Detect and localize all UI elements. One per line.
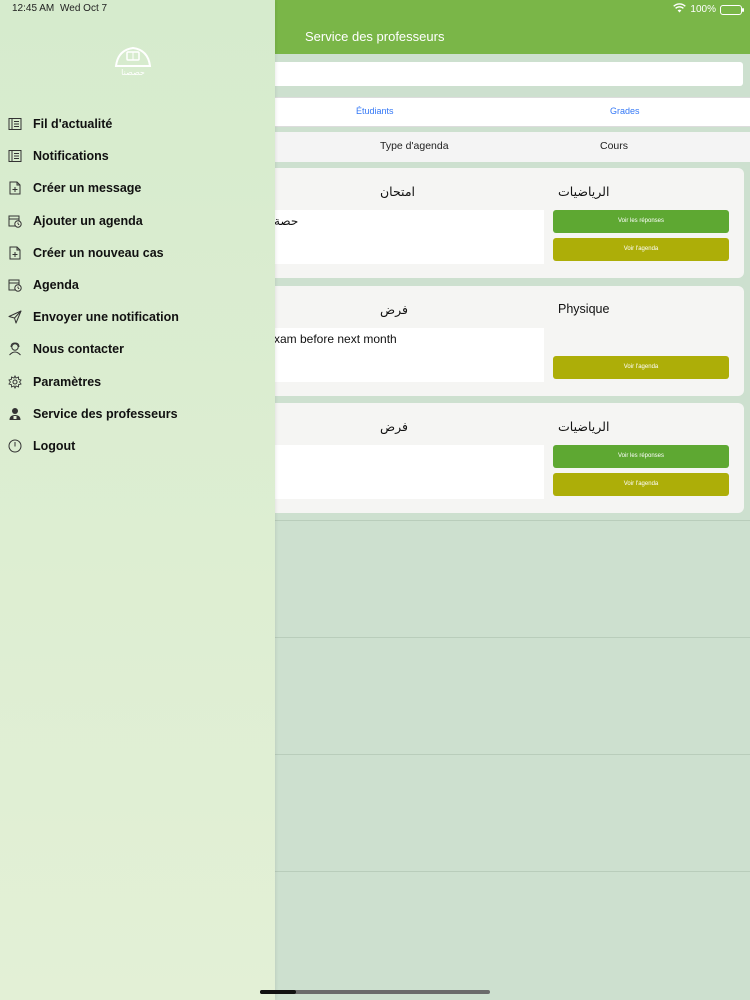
menu-item-notifications[interactable]: Notifications [0, 140, 275, 172]
logo-text: حصصنا [121, 68, 145, 77]
segment-bar: Étudiants Grades [262, 97, 750, 127]
agenda-card: امتحان الرياضيات حصة Voir les réponses V… [268, 168, 744, 278]
status-date: Wed Oct 7 [60, 3, 108, 14]
description-text: حصة [274, 214, 299, 228]
page-title: Service des professeurs [305, 29, 445, 44]
menu-item-add-agenda[interactable]: Ajouter un agenda [0, 205, 275, 237]
menu-label: Fil d'actualité [33, 117, 113, 132]
menu-item-new-case[interactable]: Créer un nouveau cas [0, 237, 275, 269]
search-input[interactable] [262, 62, 743, 86]
status-indicators: 100% [673, 3, 744, 16]
menu-item-settings[interactable]: Paramètres [0, 366, 275, 398]
menu-label: Agenda [33, 278, 79, 293]
view-agenda-button[interactable]: Voir l'agenda [553, 356, 729, 379]
menu-label: Ajouter un agenda [33, 213, 143, 228]
menu-label: Nous contacter [33, 342, 124, 357]
contact-icon [8, 342, 22, 356]
new-case-icon [8, 246, 22, 260]
teacher-icon [8, 407, 22, 421]
agenda-description [268, 445, 544, 499]
notifications-icon [8, 149, 22, 163]
drawer-menu: Fil d'actualité Notifications Créer un m… [0, 108, 275, 462]
view-agenda-button[interactable]: Voir l'agenda [553, 473, 729, 496]
row-divider [262, 754, 750, 755]
agenda-type: امتحان [380, 185, 415, 199]
agenda-description: xam before next month [268, 328, 544, 382]
menu-item-send-notification[interactable]: Envoyer une notification [0, 301, 275, 333]
menu-item-news-feed[interactable]: Fil d'actualité [0, 108, 275, 140]
tab-students[interactable]: Étudiants [356, 106, 394, 116]
menu-label: Service des professeurs [33, 406, 178, 421]
status-time: 12:45 AM [12, 3, 55, 14]
agenda-type: فرض [380, 420, 408, 434]
side-drawer: حصصنا Fil d'actualité Notifications Crée… [0, 0, 275, 1000]
description-text: xam before next month [274, 332, 397, 346]
row-divider [262, 520, 750, 521]
menu-label: Créer un message [33, 181, 142, 196]
menu-label: Créer un nouveau cas [33, 245, 164, 260]
menu-label: Paramètres [33, 374, 102, 389]
course-header[interactable]: Cours [600, 140, 628, 152]
agenda-card: فرض Physique xam before next month Voir … [268, 286, 744, 396]
agenda-description: حصة [268, 210, 544, 264]
menu-item-contact[interactable]: Nous contacter [0, 333, 275, 365]
agenda-type-header[interactable]: Type d'agenda [380, 140, 449, 152]
agenda-subject: الرياضيات [558, 420, 610, 434]
battery-icon [720, 4, 744, 15]
agenda-type: فرض [380, 303, 408, 317]
view-responses-button[interactable]: Voir les réponses [553, 445, 729, 468]
agenda-icon [8, 278, 22, 292]
wifi-icon [673, 3, 687, 16]
home-indicator-segment [260, 990, 296, 994]
menu-item-create-message[interactable]: Créer un message [0, 172, 275, 204]
menu-label: Envoyer une notification [33, 310, 179, 325]
row-divider [262, 871, 750, 872]
menu-label: Notifications [33, 149, 109, 164]
agenda-card: فرض الرياضيات Voir les réponses Voir l'a… [268, 403, 744, 513]
menu-item-agenda[interactable]: Agenda [0, 269, 275, 301]
agenda-subject: Physique [558, 302, 610, 316]
filter-row: Type d'agenda Cours [262, 132, 750, 162]
agenda-subject: الرياضيات [558, 185, 610, 199]
menu-item-logout[interactable]: Logout [0, 430, 275, 462]
add-agenda-icon [8, 214, 22, 228]
gear-icon [8, 374, 22, 389]
battery-percent: 100% [690, 4, 716, 15]
create-message-icon [8, 181, 22, 195]
send-icon [8, 310, 22, 324]
row-divider [262, 637, 750, 638]
app-logo: حصصنا [112, 42, 154, 78]
view-agenda-button[interactable]: Voir l'agenda [553, 238, 729, 261]
view-responses-button[interactable]: Voir les réponses [553, 210, 729, 233]
news-feed-icon [8, 117, 22, 131]
tab-grades[interactable]: Grades [610, 106, 640, 116]
menu-item-teacher-service[interactable]: Service des professeurs [0, 398, 275, 430]
power-icon [8, 439, 22, 453]
menu-label: Logout [33, 438, 76, 453]
